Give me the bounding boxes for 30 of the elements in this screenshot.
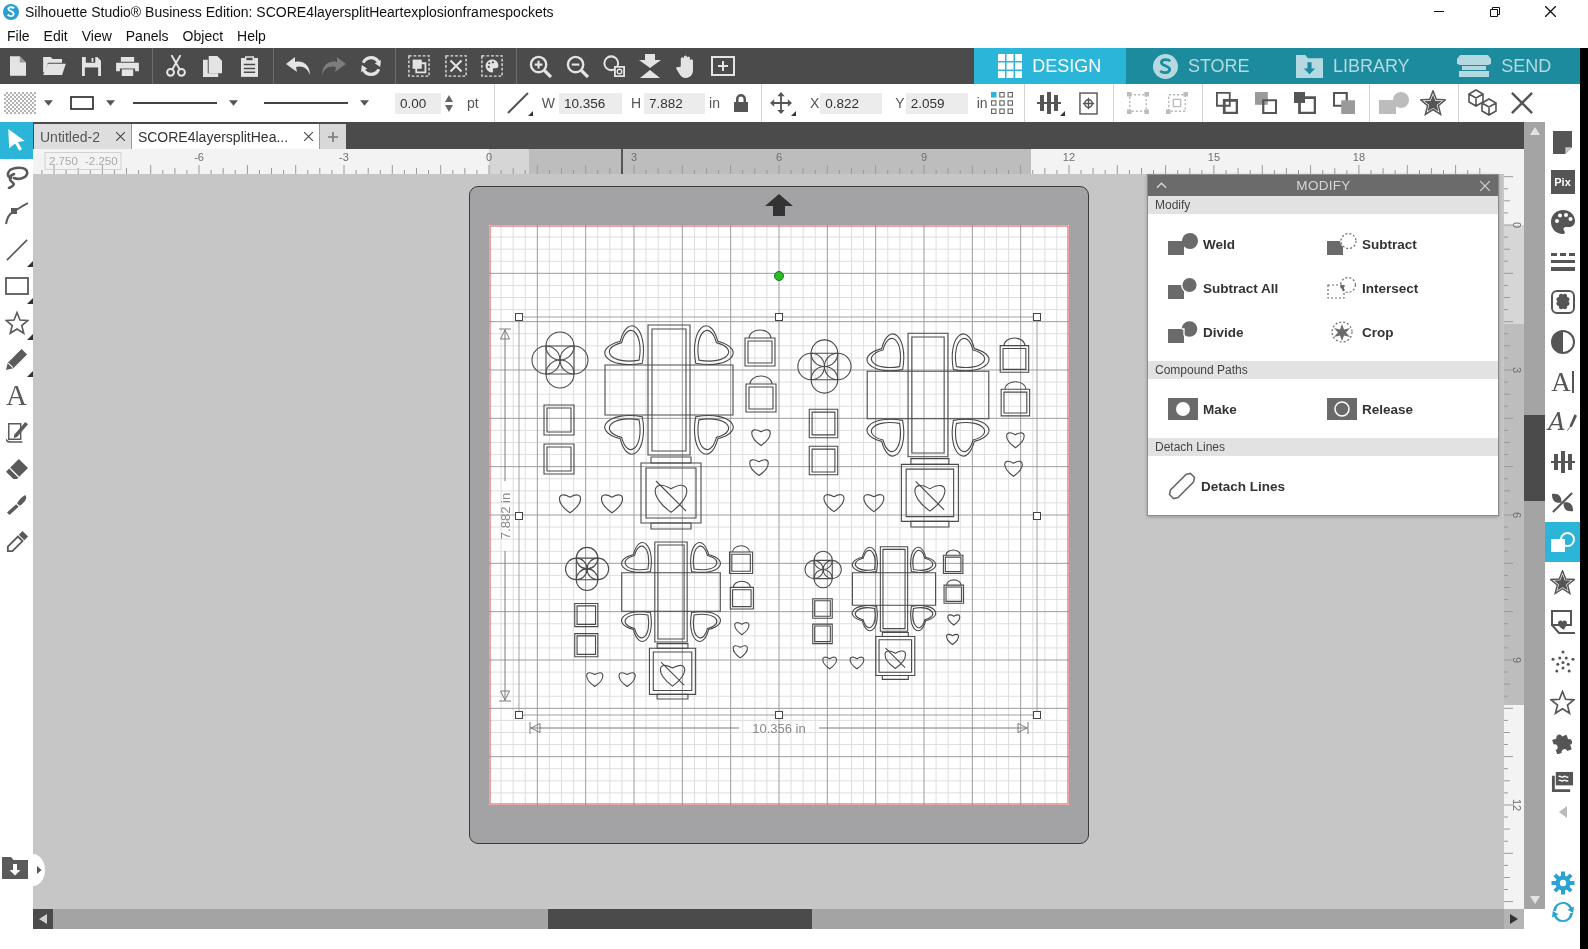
dimension-label: 10.356 in xyxy=(752,720,806,735)
dimension-label: 7.882 in xyxy=(497,492,513,539)
panel-title: MODIFY xyxy=(1295,178,1352,193)
ruler-label: 3 xyxy=(1511,366,1523,374)
ruler-label: 15 xyxy=(1207,151,1221,163)
ruler-label: 18 xyxy=(1352,151,1366,163)
field-label: W xyxy=(541,95,555,111)
section-heading: Compound Paths xyxy=(1148,361,1498,379)
section-heading: Modify xyxy=(1148,196,1498,214)
cursor-coordinate: -2.250 xyxy=(85,155,118,167)
cursor-coordinate: 2.750 xyxy=(49,155,78,167)
ruler-label: 0 xyxy=(485,151,493,163)
unit-label: pt xyxy=(467,95,479,111)
ruler-label: 12 xyxy=(1062,151,1076,163)
ruler-label: -6 xyxy=(194,151,204,163)
ruler-label: 9 xyxy=(1511,656,1523,664)
ruler-label: 12 xyxy=(1511,798,1523,812)
ruler-label: 9 xyxy=(920,151,928,163)
ruler-label: 0 xyxy=(1511,221,1523,229)
window-title: Silhouette Studio® Business Edition: SCORE4layersplitHeartexplosionframespockets xyxy=(25,3,554,20)
unit-label: in xyxy=(976,95,988,111)
ruler-label: -3 xyxy=(339,151,349,163)
field-label: X xyxy=(809,95,820,111)
unit-label: in xyxy=(709,95,720,111)
section-heading: Detach Lines xyxy=(1148,438,1498,456)
ruler-label: 6 xyxy=(775,151,783,163)
field-label: Y xyxy=(895,95,905,111)
ruler-label: 6 xyxy=(1511,511,1523,519)
ruler-label: 3 xyxy=(630,151,638,163)
field-label: H xyxy=(630,95,642,111)
